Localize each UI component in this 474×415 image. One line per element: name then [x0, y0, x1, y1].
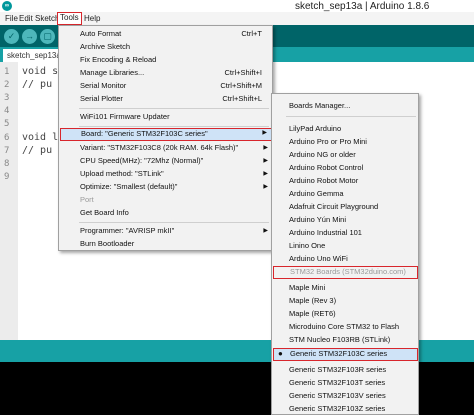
line-number: 3: [4, 93, 10, 103]
submenu-arrow-icon: ▶: [262, 130, 267, 136]
menu-separator: [286, 116, 416, 117]
menu-item-burn-bootloader[interactable]: Burn Bootloader: [60, 238, 272, 250]
board-item[interactable]: Adafruit Circuit Playground: [273, 201, 418, 213]
board-item[interactable]: Arduino Uno WiFi: [273, 253, 418, 265]
menu-item-serial-plotter[interactable]: Serial Plotter Ctrl+Shift+L: [60, 93, 272, 105]
menu-separator: [79, 108, 269, 109]
board-item[interactable]: Linino One: [273, 240, 418, 252]
submenu-arrow-icon: ▶: [263, 171, 268, 177]
menu-item-auto-format[interactable]: Auto Format Ctrl+T: [60, 28, 272, 40]
line-number: 2: [4, 80, 10, 90]
line-number: 4: [4, 106, 10, 116]
boards-manager-item[interactable]: Boards Manager...: [273, 100, 418, 112]
menu-separator: [79, 126, 269, 127]
board-item[interactable]: Arduino Robot Control: [273, 162, 418, 174]
board-item[interactable]: Generic STM32F103T series: [273, 377, 418, 389]
boards-submenu: Boards Manager... LilyPad Arduino Arduin…: [271, 93, 419, 415]
new-button[interactable]: ▢: [40, 29, 55, 44]
menu-item-programmer[interactable]: Programmer: "AVRISP mkII" ▶: [60, 225, 272, 237]
stm32-boards-header: STM32 Boards (STM32duino.com): [273, 266, 418, 279]
tools-dropdown-menu: Auto Format Ctrl+T Archive Sketch Fix Enc…: [58, 25, 273, 251]
menu-item-cpu-speed[interactable]: CPU Speed(MHz): "72Mhz (Normal)" ▶: [60, 155, 272, 167]
verify-button[interactable]: ✓: [4, 29, 19, 44]
board-item[interactable]: Maple (Rev 3): [273, 295, 418, 307]
submenu-arrow-icon: ▶: [263, 145, 268, 151]
menu-item-fix-encoding[interactable]: Fix Encoding & Reload: [60, 54, 272, 66]
board-item[interactable]: Arduino Gemma: [273, 188, 418, 200]
menu-item-get-board-info[interactable]: Get Board Info: [60, 207, 272, 219]
board-item[interactable]: Arduino NG or older: [273, 149, 418, 161]
menu-item-manage-libraries[interactable]: Manage Libraries... Ctrl+Shift+I: [60, 67, 272, 79]
menu-separator: [79, 222, 269, 223]
board-item[interactable]: Generic STM32F103R series: [273, 364, 418, 376]
board-item[interactable]: Maple Mini: [273, 282, 418, 294]
window-title: sketch_sep13a | Arduino 1.8.6: [295, 1, 430, 12]
line-number-gutter: [0, 62, 18, 340]
line-number: 8: [4, 159, 10, 169]
menu-item-serial-monitor[interactable]: Serial Monitor Ctrl+Shift+M: [60, 80, 272, 92]
line-number: 1: [4, 67, 10, 77]
board-item[interactable]: Arduino Pro or Pro Mini: [273, 136, 418, 148]
arduino-logo-icon: ∞: [2, 1, 12, 11]
menu-item-optimize[interactable]: Optimize: "Smallest (default)" ▶: [60, 181, 272, 193]
board-item[interactable]: STM Nucleo F103RB (STLink): [273, 334, 418, 346]
menu-help[interactable]: Help: [82, 12, 102, 25]
menu-item-upload-method[interactable]: Upload method: "STLink" ▶: [60, 168, 272, 180]
submenu-arrow-icon: ▶: [263, 158, 268, 164]
tab-sketch[interactable]: sketch_sep13a: [3, 49, 58, 62]
line-number: 9: [4, 172, 10, 182]
menu-tools[interactable]: Tools: [57, 12, 82, 25]
menu-bar: File Edit Sketch Tools Help: [0, 12, 474, 25]
code-line: // pu: [22, 145, 53, 156]
submenu-arrow-icon: ▶: [263, 228, 268, 234]
board-item[interactable]: Arduino Industrial 101: [273, 227, 418, 239]
board-item[interactable]: Microduino Core STM32 to Flash: [273, 321, 418, 333]
menu-item-wifi101-updater[interactable]: WiFi101 Firmware Updater: [60, 111, 272, 123]
board-item[interactable]: Generic STM32F103V series: [273, 390, 418, 402]
radio-selected-icon: ●: [278, 349, 283, 358]
line-number: 6: [4, 133, 10, 143]
submenu-arrow-icon: ▶: [263, 184, 268, 190]
menu-item-board[interactable]: Board: "Generic STM32F103C series" ▶: [60, 128, 272, 141]
code-line: // pu: [22, 79, 53, 90]
line-number: 5: [4, 119, 10, 129]
board-item[interactable]: LilyPad Arduino: [273, 123, 418, 135]
board-item[interactable]: Arduino Robot Motor: [273, 175, 418, 187]
line-number: 7: [4, 146, 10, 156]
board-item-selected[interactable]: ● Generic STM32F103C series: [273, 348, 418, 361]
board-item[interactable]: Arduino Yún Mini: [273, 214, 418, 226]
board-item[interactable]: Generic STM32F103Z series: [273, 403, 418, 415]
menu-item-variant[interactable]: Variant: "STM32F103C8 (20k RAM. 64k Flas…: [60, 142, 272, 154]
upload-button[interactable]: →: [22, 29, 37, 44]
board-item[interactable]: Maple (RET6): [273, 308, 418, 320]
menu-item-port: Port: [80, 195, 94, 204]
menu-item-archive-sketch[interactable]: Archive Sketch: [60, 41, 272, 53]
window-title-bar: ∞ sketch_sep13a | Arduino 1.8.6: [0, 0, 474, 12]
